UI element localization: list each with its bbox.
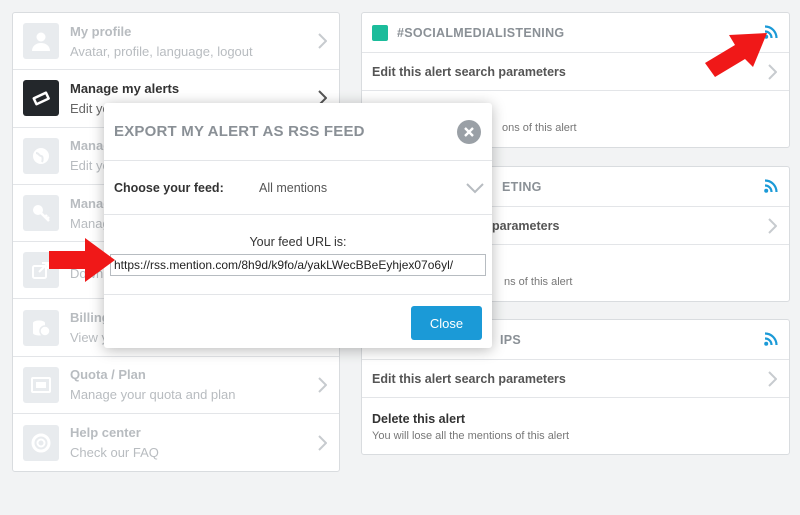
- delete-alert-subtitle: You will lose all the mentions of this a…: [372, 430, 570, 442]
- modal-footer: Close: [104, 295, 492, 347]
- globe-icon: [23, 137, 59, 174]
- chevron-right-icon: [767, 370, 778, 387]
- alert-title: ETING: [502, 179, 542, 194]
- feed-select-label: Choose your feed:: [114, 180, 224, 195]
- close-button[interactable]: Close: [411, 306, 482, 340]
- delete-alert-subtitle: ons of this alert: [502, 122, 577, 134]
- feed-select-value: All mentions: [259, 180, 328, 195]
- modal-header: EXPORT MY ALERT AS RSS FEED: [104, 103, 492, 161]
- close-icon[interactable]: [457, 120, 481, 144]
- user-icon: [23, 23, 59, 60]
- menu-item-subtitle: Check our FAQ: [70, 445, 159, 461]
- red-arrow-icon: [705, 33, 767, 77]
- chevron-right-icon: [767, 217, 778, 234]
- feed-url-section: Your feed URL is:: [104, 215, 492, 295]
- delete-alert-subtitle: ns of this alert: [504, 276, 573, 288]
- alert-ticket-icon: [23, 80, 59, 117]
- export-rss-modal: EXPORT MY ALERT AS RSS FEED Choose your …: [104, 103, 492, 348]
- lifebuoy-icon: [23, 424, 59, 461]
- feed-url-label: Your feed URL is:: [249, 235, 347, 249]
- key-icon: [23, 195, 59, 232]
- rss-icon[interactable]: [764, 179, 778, 193]
- menu-item-subtitle: Manage your quota and plan: [70, 387, 236, 403]
- modal-title: EXPORT MY ALERT AS RSS FEED: [114, 123, 365, 140]
- alert-title: #SOCIALMEDIALISTENING: [397, 25, 565, 40]
- feed-select[interactable]: Choose your feed: All mentions: [104, 161, 492, 215]
- red-arrow-icon: [49, 238, 115, 282]
- alert-title: IPS: [500, 332, 522, 347]
- edit-alert-label: Edit this alert search parameters: [372, 64, 566, 79]
- rss-icon[interactable]: [764, 332, 778, 346]
- menu-item-quota-plan[interactable]: Quota / Plan Manage your quota and plan: [13, 357, 339, 415]
- menu-item-title: Quota / Plan: [70, 367, 146, 383]
- feed-url-field[interactable]: [110, 254, 486, 276]
- delete-alert-link[interactable]: Delete this alert You will lose all the …: [362, 398, 789, 454]
- chevron-right-icon: [317, 33, 328, 49]
- menu-item-title: Help center: [70, 425, 141, 441]
- menu-item-title: My profile: [70, 23, 132, 39]
- menu-item-help-center[interactable]: Help center Check our FAQ: [13, 414, 339, 471]
- alert-color-swatch: [372, 24, 388, 41]
- menu-item-subtitle: Avatar, profile, language, logout: [70, 43, 253, 59]
- menu-item-title: Manage my alerts: [70, 80, 180, 96]
- quota-icon: [23, 366, 59, 403]
- edit-alert-label: Edit this alert search parameters: [372, 371, 566, 386]
- edit-alert-parameters-link[interactable]: Edit this alert search parameters: [362, 360, 789, 398]
- chevron-down-icon: [466, 181, 484, 194]
- delete-alert-title: Delete this alert: [372, 412, 466, 426]
- menu-item-my-profile[interactable]: My profile Avatar, profile, language, lo…: [13, 13, 339, 71]
- chevron-right-icon: [767, 63, 778, 80]
- chevron-right-icon: [317, 435, 328, 451]
- chevron-right-icon: [317, 377, 328, 393]
- coins-icon: [23, 309, 59, 346]
- edit-alert-label: parameters: [492, 218, 560, 233]
